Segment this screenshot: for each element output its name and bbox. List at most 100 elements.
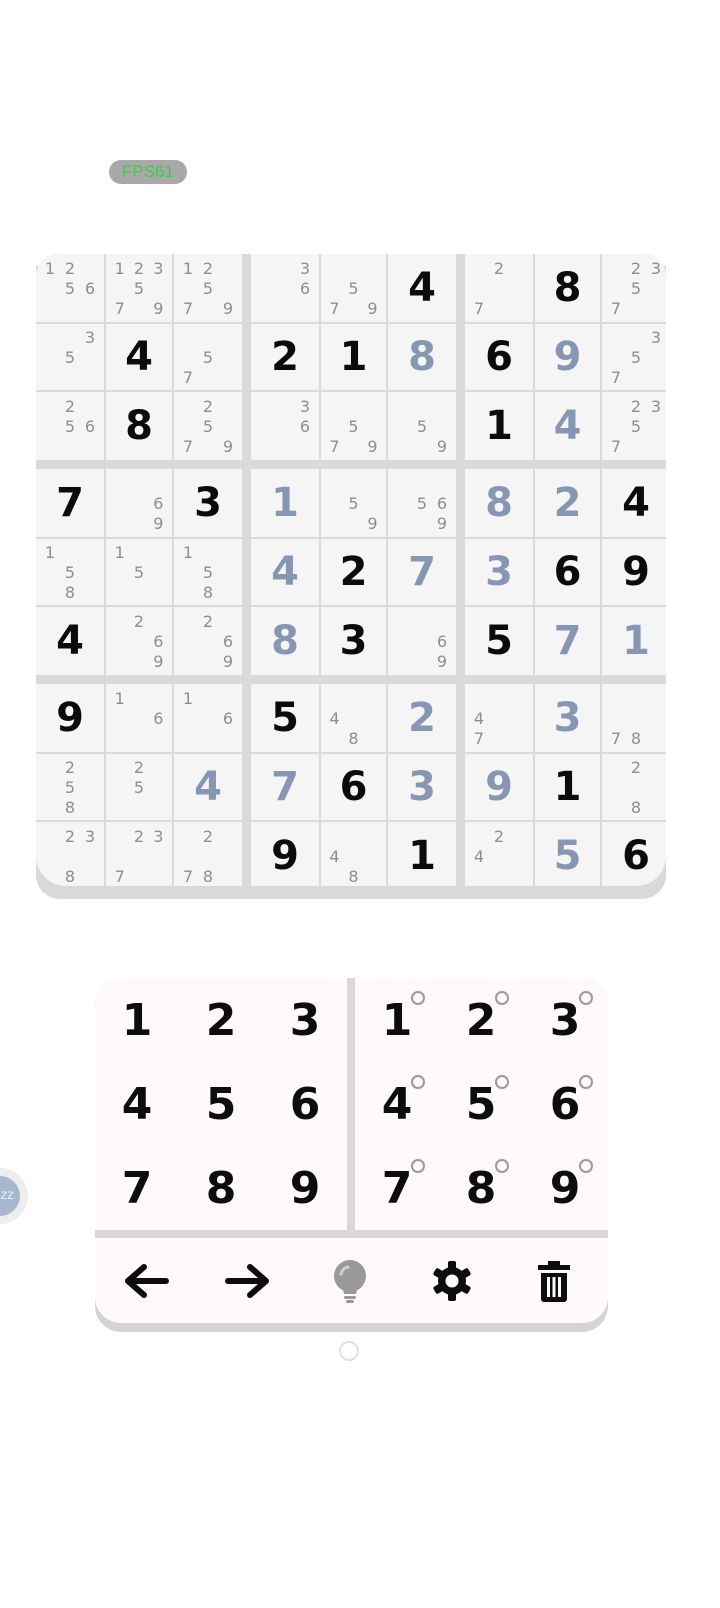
sudoku-cell-r9c6[interactable]: 1 xyxy=(388,822,456,886)
sudoku-cell-r4c3[interactable]: 3 xyxy=(174,469,242,537)
sudoku-cell-r5c9[interactable]: 9 xyxy=(602,539,666,605)
sudoku-cell-r7c4[interactable]: 5 xyxy=(251,684,319,752)
number-key-4[interactable]: 4 xyxy=(95,1062,179,1146)
sudoku-cell-r9c7[interactable]: 24 xyxy=(465,822,533,886)
sudoku-cell-r5c6[interactable]: 7 xyxy=(388,539,456,605)
sudoku-cell-r2c1[interactable]: 35 xyxy=(36,324,104,390)
sudoku-cell-r4c1[interactable]: 7 xyxy=(36,469,104,537)
sudoku-cell-r7c6[interactable]: 2 xyxy=(388,684,456,752)
number-key-9[interactable]: 9 xyxy=(263,1146,347,1230)
sudoku-cell-r1c1[interactable]: 1256 xyxy=(36,254,104,322)
sudoku-cell-r1c8[interactable]: 8 xyxy=(535,254,600,322)
sudoku-cell-r8c7[interactable]: 9 xyxy=(465,754,533,820)
sudoku-cell-r4c7[interactable]: 8 xyxy=(465,469,533,537)
sudoku-cell-r9c4[interactable]: 9 xyxy=(251,822,319,886)
number-key-1[interactable]: 1 xyxy=(95,978,179,1062)
note-key-6[interactable]: 6 xyxy=(523,1062,607,1146)
sudoku-cell-r9c5[interactable]: 48 xyxy=(321,822,386,886)
sudoku-cell-r8c6[interactable]: 3 xyxy=(388,754,456,820)
sudoku-cell-r4c6[interactable]: 569 xyxy=(388,469,456,537)
sudoku-cell-r5c8[interactable]: 6 xyxy=(535,539,600,605)
sudoku-cell-r7c3[interactable]: 16 xyxy=(174,684,242,752)
sudoku-cell-r5c7[interactable]: 3 xyxy=(465,539,533,605)
sudoku-cell-r4c5[interactable]: 59 xyxy=(321,469,386,537)
sudoku-cell-r6c7[interactable]: 5 xyxy=(465,607,533,675)
sudoku-cell-r5c2[interactable]: 15 xyxy=(106,539,172,605)
sudoku-cell-r5c3[interactable]: 158 xyxy=(174,539,242,605)
sudoku-cell-r4c9[interactable]: 4 xyxy=(602,469,666,537)
drag-handle[interactable] xyxy=(339,1341,359,1361)
sudoku-cell-r7c1[interactable]: 9 xyxy=(36,684,104,752)
sudoku-cell-r2c7[interactable]: 6 xyxy=(465,324,533,390)
sudoku-cell-r9c3[interactable]: 2 78 xyxy=(174,822,242,886)
sudoku-cell-r6c8[interactable]: 7 xyxy=(535,607,600,675)
sudoku-cell-r1c5[interactable]: 57 9 xyxy=(321,254,386,322)
sudoku-cell-r9c8[interactable]: 5 xyxy=(535,822,600,886)
sudoku-cell-r8c5[interactable]: 6 xyxy=(321,754,386,820)
sudoku-cell-r6c9[interactable]: 1 xyxy=(602,607,666,675)
number-key-6[interactable]: 6 xyxy=(263,1062,347,1146)
sudoku-cell-r4c8[interactable]: 2 xyxy=(535,469,600,537)
sudoku-cell-r6c1[interactable]: 4 xyxy=(36,607,104,675)
sudoku-cell-r6c3[interactable]: 269 xyxy=(174,607,242,675)
sudoku-cell-r2c3[interactable]: 57 xyxy=(174,324,242,390)
sudoku-cell-r9c1[interactable]: 23 8 xyxy=(36,822,104,886)
sudoku-cell-r6c6[interactable]: 69 xyxy=(388,607,456,675)
sudoku-cell-r8c3[interactable]: 4 xyxy=(174,754,242,820)
sudoku-cell-r5c1[interactable]: 158 xyxy=(36,539,104,605)
sudoku-cell-r1c4[interactable]: 36 xyxy=(251,254,319,322)
sudoku-cell-r1c2[interactable]: 12357 9 xyxy=(106,254,172,322)
sudoku-cell-r1c7[interactable]: 27 xyxy=(465,254,533,322)
sudoku-cell-r7c7[interactable]: 47 xyxy=(465,684,533,752)
sudoku-cell-r4c2[interactable]: 69 xyxy=(106,469,172,537)
sudoku-cell-r8c9[interactable]: 28 xyxy=(602,754,666,820)
sudoku-cell-r2c6[interactable]: 8 xyxy=(388,324,456,390)
number-key-7[interactable]: 7 xyxy=(95,1146,179,1230)
sudoku-cell-r3c3[interactable]: 257 9 xyxy=(174,392,242,460)
sudoku-cell-r3c6[interactable]: 59 xyxy=(388,392,456,460)
sudoku-cell-r9c9[interactable]: 6 xyxy=(602,822,666,886)
sudoku-cell-r6c4[interactable]: 8 xyxy=(251,607,319,675)
number-key-3[interactable]: 3 xyxy=(263,978,347,1062)
sudoku-cell-r1c3[interactable]: 1257 9 xyxy=(174,254,242,322)
sudoku-cell-r2c5[interactable]: 1 xyxy=(321,324,386,390)
redo-button[interactable] xyxy=(197,1238,299,1323)
hint-button[interactable] xyxy=(299,1238,401,1323)
sudoku-cell-r3c5[interactable]: 57 9 xyxy=(321,392,386,460)
note-key-3[interactable]: 3 xyxy=(523,978,607,1062)
number-key-5[interactable]: 5 xyxy=(179,1062,263,1146)
sudoku-cell-r3c9[interactable]: 2357 xyxy=(602,392,666,460)
sudoku-cell-r4c4[interactable]: 1 xyxy=(251,469,319,537)
sudoku-cell-r3c2[interactable]: 8 xyxy=(106,392,172,460)
side-floating-bubble[interactable]: zz xyxy=(0,1168,28,1224)
number-key-8[interactable]: 8 xyxy=(179,1146,263,1230)
sudoku-cell-r8c4[interactable]: 7 xyxy=(251,754,319,820)
settings-button[interactable] xyxy=(401,1238,503,1323)
sudoku-cell-r7c5[interactable]: 48 xyxy=(321,684,386,752)
sudoku-cell-r6c5[interactable]: 3 xyxy=(321,607,386,675)
sudoku-cell-r1c6[interactable]: 4 xyxy=(388,254,456,322)
note-key-9[interactable]: 9 xyxy=(523,1146,607,1230)
sudoku-cell-r2c9[interactable]: 357 xyxy=(602,324,666,390)
note-key-5[interactable]: 5 xyxy=(439,1062,523,1146)
note-key-1[interactable]: 1 xyxy=(355,978,439,1062)
note-key-4[interactable]: 4 xyxy=(355,1062,439,1146)
note-key-8[interactable]: 8 xyxy=(439,1146,523,1230)
sudoku-cell-r3c8[interactable]: 4 xyxy=(535,392,600,460)
sudoku-cell-r8c8[interactable]: 1 xyxy=(535,754,600,820)
sudoku-cell-r8c2[interactable]: 25 xyxy=(106,754,172,820)
sudoku-cell-r2c2[interactable]: 4 xyxy=(106,324,172,390)
sudoku-cell-r5c5[interactable]: 2 xyxy=(321,539,386,605)
sudoku-cell-r7c2[interactable]: 16 xyxy=(106,684,172,752)
sudoku-cell-r6c2[interactable]: 269 xyxy=(106,607,172,675)
sudoku-cell-r7c9[interactable]: 78 xyxy=(602,684,666,752)
sudoku-cell-r5c4[interactable]: 4 xyxy=(251,539,319,605)
sudoku-cell-r3c7[interactable]: 1 xyxy=(465,392,533,460)
sudoku-cell-r2c8[interactable]: 9 xyxy=(535,324,600,390)
note-key-2[interactable]: 2 xyxy=(439,978,523,1062)
sudoku-cell-r8c1[interactable]: 258 xyxy=(36,754,104,820)
sudoku-cell-r7c8[interactable]: 3 xyxy=(535,684,600,752)
undo-button[interactable] xyxy=(95,1238,197,1323)
note-key-7[interactable]: 7 xyxy=(355,1146,439,1230)
sudoku-cell-r1c9[interactable]: 2357 xyxy=(602,254,666,322)
